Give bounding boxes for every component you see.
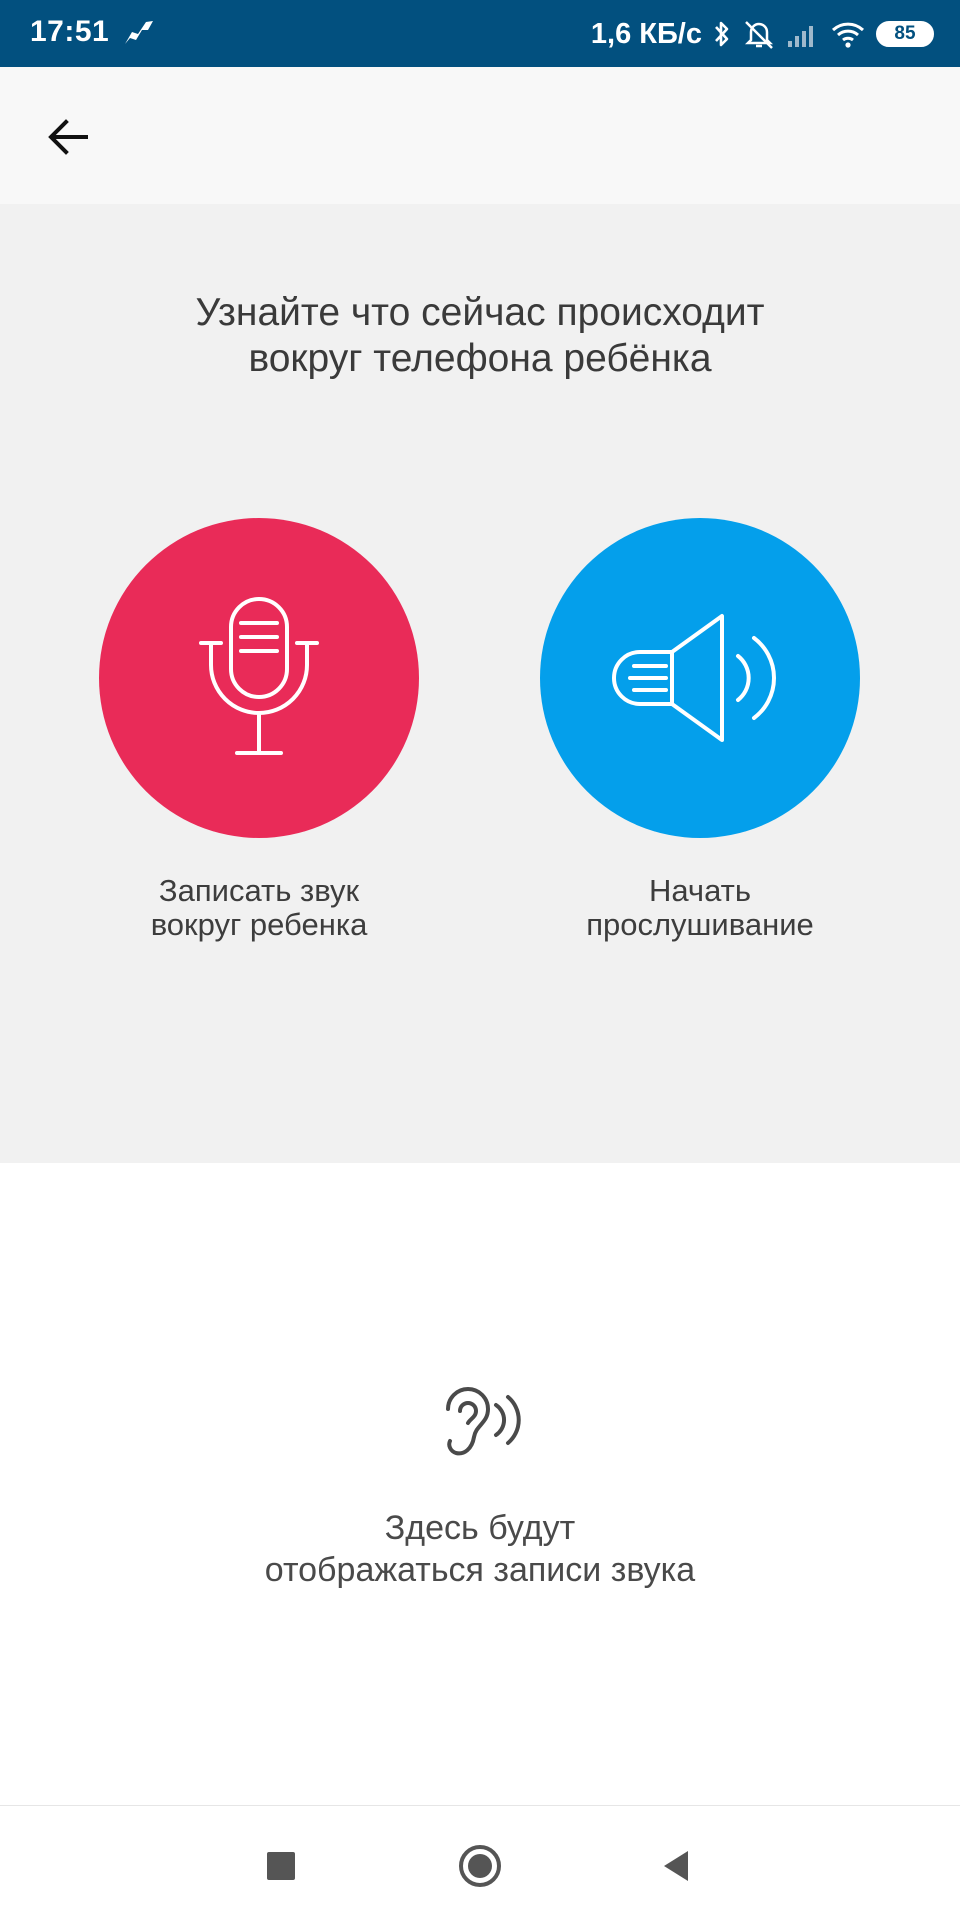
ear-icon xyxy=(446,1387,521,1456)
recent-apps-icon xyxy=(267,1852,295,1880)
status-time: 17:51 xyxy=(30,15,110,48)
listen-section: Узнайте что сейчас происходит вокруг тел… xyxy=(0,204,960,1163)
status-icons: 1,6 КБ/с 85 xyxy=(591,12,934,56)
listen-circle[interactable] xyxy=(540,518,860,838)
record-sound-label: Записать звук вокруг ребенка xyxy=(150,873,368,942)
app-bar xyxy=(0,67,960,204)
status-bar: 17:51 1,6 КБ/с 85 xyxy=(0,0,960,67)
recent-apps-button[interactable] xyxy=(251,1836,311,1896)
wifi-icon xyxy=(831,22,865,48)
microphone-icon xyxy=(199,597,319,755)
notification-icon xyxy=(125,21,153,44)
record-sound-button[interactable]: Записать звук вокруг ребенка xyxy=(99,518,419,942)
speaker-icon xyxy=(612,614,776,742)
signal-icon xyxy=(788,26,813,47)
back-icon xyxy=(664,1851,688,1881)
battery-level: 85 xyxy=(894,23,916,44)
home-icon xyxy=(459,1845,501,1887)
start-listening-label: Начать прослушивание xyxy=(586,873,814,942)
start-listening-button[interactable]: Начать прослушивание xyxy=(540,518,860,942)
home-button[interactable] xyxy=(450,1836,510,1896)
section-title: Узнайте что сейчас происходит вокруг тел… xyxy=(195,291,765,380)
system-nav-bar xyxy=(0,1805,960,1921)
nav-back-button[interactable] xyxy=(646,1836,706,1896)
recordings-empty-state: Здесь будут отображаться записи звука xyxy=(0,1383,960,1591)
back-button[interactable] xyxy=(36,105,100,169)
empty-state-text: Здесь будут отображаться записи звука xyxy=(264,1509,696,1589)
network-speed: 1,6 КБ/с xyxy=(590,17,702,50)
battery-icon: 85 xyxy=(876,21,934,47)
silent-icon xyxy=(744,21,774,49)
arrow-left-icon xyxy=(48,119,88,155)
record-circle[interactable] xyxy=(99,518,419,838)
bluetooth-icon xyxy=(715,21,729,47)
